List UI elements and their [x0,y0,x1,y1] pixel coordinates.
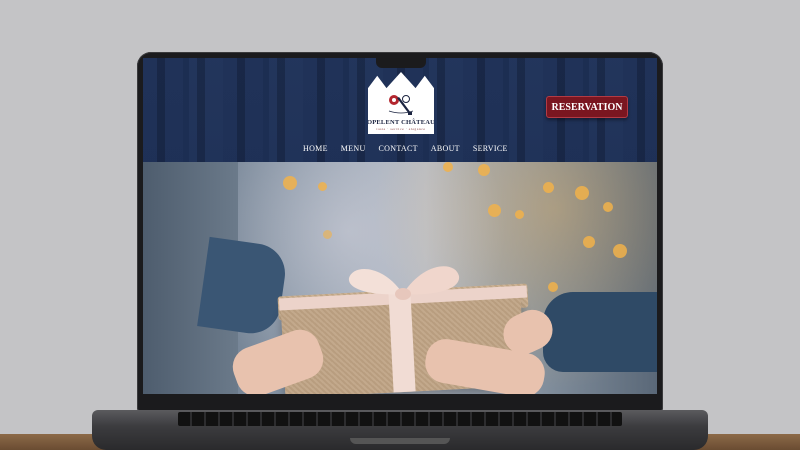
nav-item-home[interactable]: HOME [303,144,328,153]
bokeh-light [283,176,297,190]
nav-item-menu[interactable]: MENU [341,144,366,153]
bokeh-light [443,162,453,172]
bokeh-light [603,202,613,212]
bokeh-light [478,164,490,176]
laptop-opening-notch [350,438,450,444]
bokeh-light [323,230,332,239]
logo-tagline: taste · service · elegance [376,127,426,131]
right-sleeve [543,292,657,372]
reservation-button[interactable]: RESERVATION [546,96,628,118]
bokeh-light [613,244,627,258]
camera-notch [376,58,426,68]
logo-name: OPELENT CHÂTEAU [366,119,436,126]
bokeh-light [575,186,589,200]
chateau-wine-logo-icon [388,95,414,115]
bokeh-light [318,182,327,191]
left-sleeve [197,236,289,338]
nav-item-about[interactable]: ABOUT [431,144,460,153]
main-nav: HOME MENU CONTACT ABOUT SERVICE [303,144,508,153]
bokeh-light [583,236,595,248]
bokeh-light [548,282,558,292]
hero-image [143,162,657,394]
nav-item-contact[interactable]: CONTACT [379,144,418,153]
site-header: OPELENT CHÂTEAU taste · service · elegan… [143,58,657,162]
site-logo[interactable]: OPELENT CHÂTEAU taste · service · elegan… [368,72,434,134]
nav-item-service[interactable]: SERVICE [473,144,508,153]
gift-bow [348,266,460,300]
laptop-keyboard [178,412,622,426]
bokeh-light [488,204,501,217]
laptop-screen: OPELENT CHÂTEAU taste · service · elegan… [143,58,657,394]
bokeh-light [515,210,524,219]
bokeh-light [543,182,554,193]
